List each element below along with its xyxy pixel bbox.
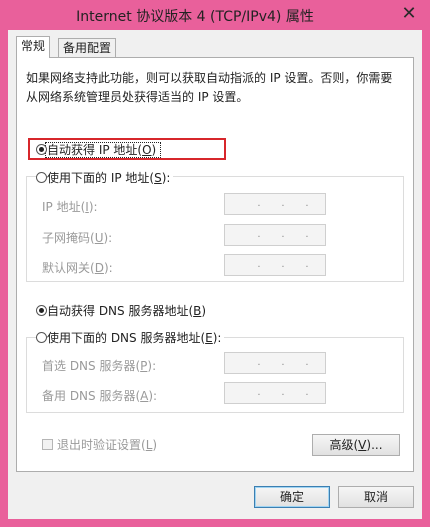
ip-dot: . [281,387,285,398]
manual-ip-accesskey: S [154,171,162,185]
dialog-window: Internet 协议版本 4 (TCP/IPv4) 属性 ✕ 常规 备用配置 … [0,0,430,527]
advanced-button[interactable]: 高级(V)... [312,434,400,456]
default-gateway-label-tail: ): [103,261,113,275]
validate-on-exit-checkbox[interactable] [42,439,53,450]
preferred-dns-label-tail: ): [147,359,157,373]
subnet-mask-label-tail: ): [103,231,113,245]
auto-ip-accesskey: O [142,143,152,157]
validate-on-exit-label-tail: ) [152,438,158,452]
ip-dot: . [305,387,309,398]
tab-alternate-config[interactable]: 备用配置 [58,38,117,57]
preferred-dns-input[interactable]: ... [224,352,326,374]
ip-dot: . [281,357,285,368]
manual-dns-radio[interactable] [36,332,47,343]
cancel-button[interactable]: 取消 [338,486,414,508]
manual-ip-radio[interactable] [36,172,47,183]
auto-dns-label-text: 自动获得 DNS 服务器地址( [47,304,194,318]
ip-dot: . [305,259,309,270]
ip-address-label: IP 地址(I): [42,198,98,215]
ip-dot: . [305,198,309,209]
preferred-dns-label-text: 首选 DNS 服务器( [42,359,141,373]
auto-ip-radio[interactable] [36,144,47,155]
auto-ip-label-text: 自动获得 IP 地址( [47,143,143,157]
manual-ip-label-tail: ): [161,171,171,185]
alternate-dns-input[interactable]: ... [224,382,326,404]
auto-ip-label-tail: ) [151,143,157,157]
ip-dot: . [305,357,309,368]
default-gateway-label-text: 默认网关( [42,261,95,275]
advanced-button-text: 高级( [329,438,359,452]
ip-dot: . [305,229,309,240]
ip-address-label-text: IP 地址( [42,200,86,214]
subnet-mask-input[interactable]: ... [224,224,326,246]
title-bar[interactable]: Internet 协议版本 4 (TCP/IPv4) 属性 ✕ [0,0,430,30]
alternate-dns-label-tail: ): [148,389,158,403]
ip-dot: . [281,229,285,240]
ip-dot: . [257,357,261,368]
auto-ip-label[interactable]: 自动获得 IP 地址(O) [47,141,156,158]
default-gateway-input[interactable]: ... [224,254,326,276]
manual-ip-label-text: 使用下面的 IP 地址( [47,171,155,185]
alternate-dns-label-text: 备用 DNS 服务器( [42,389,141,403]
manual-dns-label-text: 使用下面的 DNS 服务器地址( [47,331,206,345]
ip-dot: . [257,387,261,398]
subnet-mask-label: 子网掩码(U): [42,229,112,246]
validate-on-exit-label-text: 退出时验证设置( [57,438,146,452]
ip-dot: . [257,259,261,270]
default-gateway-accesskey: D [94,261,104,275]
window-title: Internet 协议版本 4 (TCP/IPv4) 属性 [76,9,314,25]
manual-dns-accesskey: E [205,331,213,345]
ip-dot: . [257,229,261,240]
manual-dns-label-tail: ): [212,331,222,345]
ip-address-input[interactable]: ... [224,193,326,215]
default-gateway-label: 默认网关(D): [42,259,113,276]
preferred-dns-label: 首选 DNS 服务器(P): [42,357,156,374]
validate-on-exit-label: 退出时验证设置(L) [57,436,157,453]
manual-ip-label[interactable]: 使用下面的 IP 地址(S): [47,169,174,186]
subnet-mask-label-text: 子网掩码( [42,231,95,245]
manual-dns-label[interactable]: 使用下面的 DNS 服务器地址(E): [47,329,225,346]
auto-dns-radio[interactable] [36,305,47,316]
ip-dot: . [257,198,261,209]
ip-address-label-tail: ): [88,200,98,214]
description-text: 如果网络支持此功能，则可以获取自动指派的 IP 设置。否则，你需要从网络系统管理… [26,71,393,104]
alternate-dns-label: 备用 DNS 服务器(A): [42,387,157,404]
auto-dns-label-tail: ) [201,304,207,318]
ip-dot: . [281,259,285,270]
auto-dns-label[interactable]: 自动获得 DNS 服务器地址(B) [47,302,206,319]
ip-dot: . [281,198,285,209]
ok-button[interactable]: 确定 [254,486,330,508]
dialog-client-area: 常规 备用配置 如果网络支持此功能，则可以获取自动指派的 IP 设置。否则，你需… [8,30,422,519]
advanced-button-tail: )... [366,438,383,452]
tab-general[interactable]: 常规 [16,36,51,58]
close-icon[interactable]: ✕ [398,4,420,24]
